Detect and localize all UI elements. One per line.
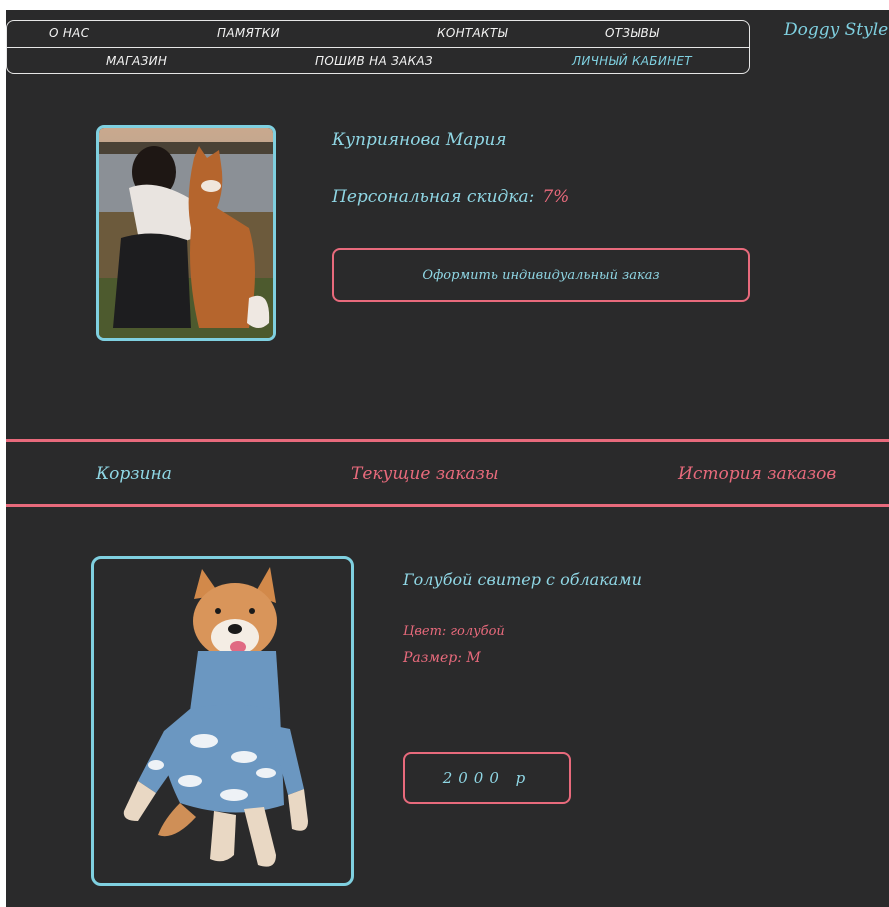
user-name: Куприянова Мария bbox=[332, 130, 507, 150]
nav-divider bbox=[7, 47, 749, 48]
product-image[interactable] bbox=[91, 556, 354, 886]
product-title: Голубой свитер с облаками bbox=[403, 570, 642, 589]
discount-label: Персональная скидка: bbox=[332, 187, 535, 207]
profile-photo bbox=[96, 125, 276, 341]
brand-logo[interactable]: Doggy Style bbox=[784, 20, 888, 40]
nav-reviews[interactable]: ОТЗЫВЫ bbox=[605, 26, 659, 40]
tab-current-orders[interactable]: Текущие заказы bbox=[351, 464, 499, 484]
nav-memos[interactable]: ПАМЯТКИ bbox=[217, 26, 280, 40]
product-size: Размер: М bbox=[403, 650, 481, 666]
nav-custom-tailoring[interactable]: ПОШИВ НА ЗАКАЗ bbox=[315, 54, 433, 68]
nav-about[interactable]: О НАС bbox=[49, 26, 89, 40]
custom-order-button[interactable]: Оформить индивидуальный заказ bbox=[332, 248, 750, 302]
main-nav: О НАС ПАМЯТКИ КОНТАКТЫ ОТЗЫВЫ МАГАЗИН ПО… bbox=[6, 20, 750, 74]
product-photo bbox=[123, 567, 308, 867]
tabs-bottom-rule bbox=[6, 504, 889, 507]
tab-cart[interactable]: Корзина bbox=[96, 464, 172, 484]
discount-value: 7% bbox=[542, 187, 570, 207]
profile-photo-image bbox=[99, 128, 273, 338]
tabs-top-rule bbox=[6, 439, 889, 442]
discount-info: Персональная скидка: 7% bbox=[332, 187, 569, 207]
nav-contacts[interactable]: КОНТАКТЫ bbox=[437, 26, 508, 40]
tab-order-history[interactable]: История заказов bbox=[678, 464, 836, 484]
price-button[interactable]: 2000 р bbox=[403, 752, 571, 804]
page: О НАС ПАМЯТКИ КОНТАКТЫ ОТЗЫВЫ МАГАЗИН ПО… bbox=[6, 10, 889, 907]
product-color: Цвет: голубой bbox=[403, 624, 505, 639]
nav-shop[interactable]: МАГАЗИН bbox=[106, 54, 167, 68]
nav-personal-account[interactable]: ЛИЧНЫЙ КАБИНЕТ bbox=[572, 54, 692, 68]
